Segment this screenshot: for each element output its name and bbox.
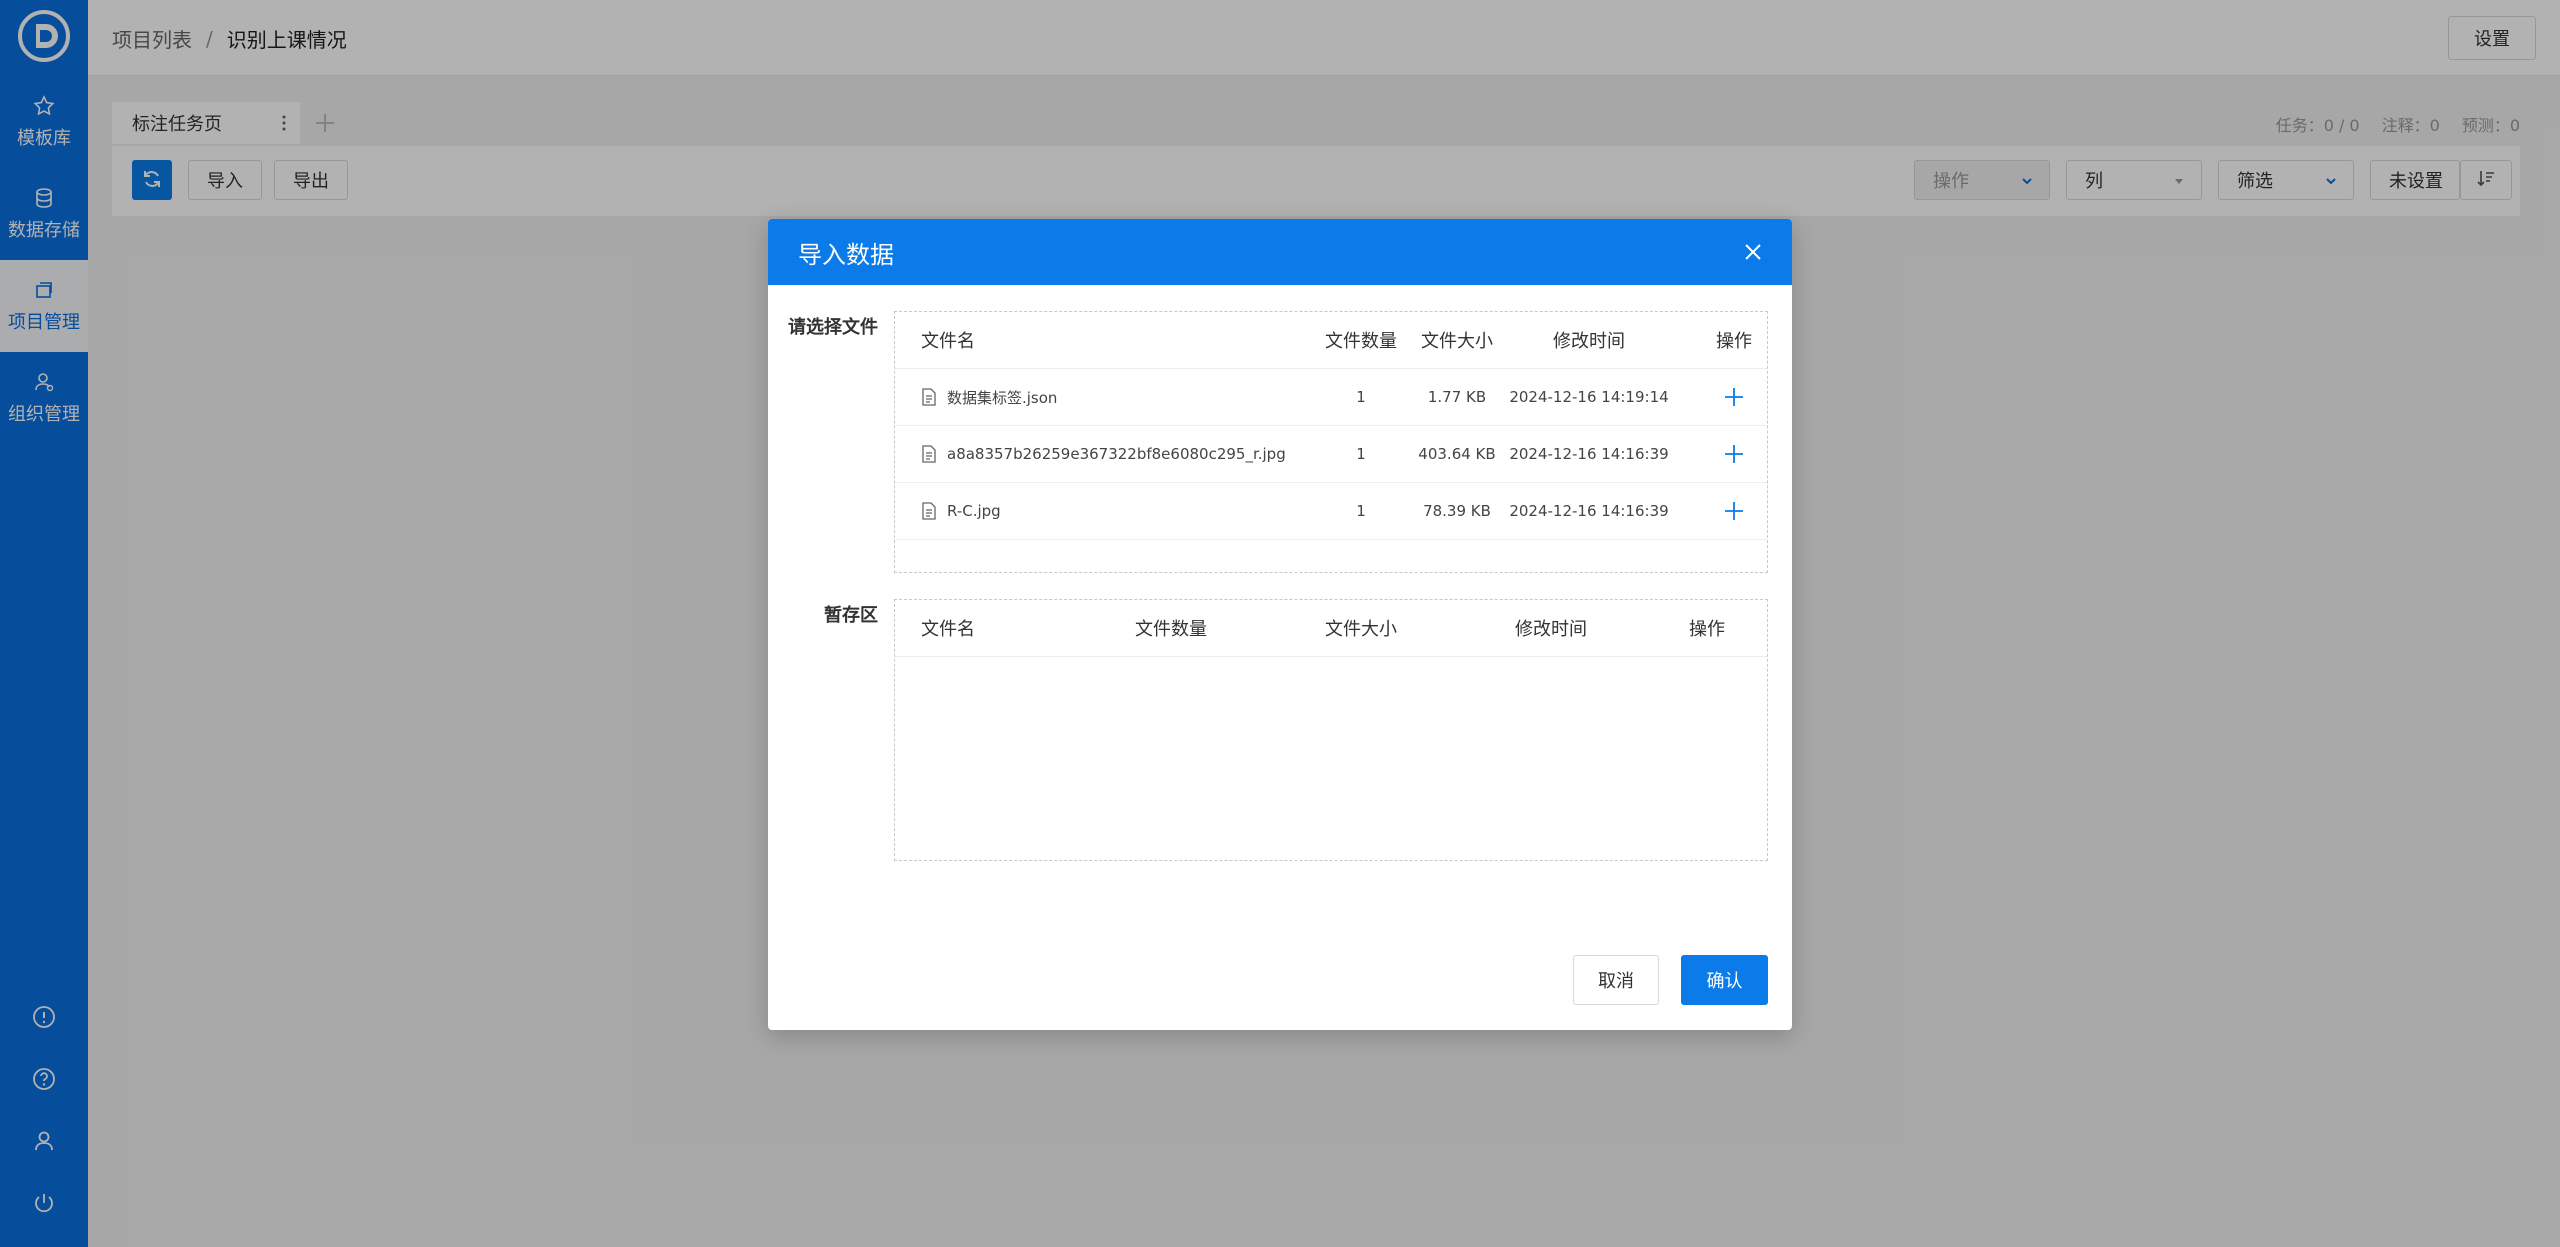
table-header-row: 文件名 文件数量 文件大小 修改时间 操作 — [895, 600, 1767, 657]
col-file-size: 文件大小 — [1325, 619, 1397, 640]
file-modified: 2024-12-16 14:19:14 — [1509, 388, 1669, 406]
table-row: 数据集标签.json 1 1.77 KB 2024-12-16 14:19:14 — [895, 369, 1767, 426]
col-action: 操作 — [1689, 619, 1725, 640]
file-count: 1 — [1356, 502, 1366, 520]
table-row: R-C.jpg 1 78.39 KB 2024-12-16 14:16:39 — [895, 483, 1767, 540]
add-file-button[interactable] — [1709, 483, 1759, 539]
file-name: 数据集标签.json — [947, 388, 1058, 407]
file-size: 403.64 KB — [1418, 445, 1496, 463]
select-files-label: 请选择文件 — [788, 317, 878, 338]
file-icon — [922, 502, 936, 520]
file-name-cell: a8a8357b26259e367322bf8e6080c295_r.jpg — [921, 426, 1286, 482]
file-name: R-C.jpg — [947, 502, 1001, 520]
confirm-button[interactable]: 确认 — [1681, 955, 1768, 1005]
plus-icon — [1725, 445, 1743, 463]
table-row: a8a8357b26259e367322bf8e6080c295_r.jpg 1… — [895, 426, 1767, 483]
file-size: 1.77 KB — [1427, 388, 1487, 406]
col-file-name: 文件名 — [921, 331, 975, 352]
file-modified: 2024-12-16 14:16:39 — [1509, 445, 1669, 463]
file-name-cell: 数据集标签.json — [921, 369, 1057, 425]
col-file-name: 文件名 — [921, 619, 975, 640]
dialog-title: 导入数据 — [798, 240, 894, 269]
col-action: 操作 — [1716, 331, 1752, 352]
file-icon — [922, 388, 936, 406]
staging-area-label: 暂存区 — [824, 605, 878, 626]
col-modified-time: 修改时间 — [1515, 619, 1587, 640]
plus-icon — [1725, 502, 1743, 520]
file-size: 78.39 KB — [1423, 502, 1491, 520]
file-modified: 2024-12-16 14:16:39 — [1509, 502, 1669, 520]
file-name-cell: R-C.jpg — [921, 483, 1001, 539]
col-file-count: 文件数量 — [1325, 331, 1397, 352]
cancel-button[interactable]: 取消 — [1573, 955, 1659, 1005]
add-file-button[interactable] — [1709, 426, 1759, 482]
col-modified-time: 修改时间 — [1553, 331, 1625, 352]
plus-icon — [1725, 388, 1743, 406]
file-icon — [922, 445, 936, 463]
file-count: 1 — [1356, 388, 1366, 406]
table-header-row: 文件名 文件数量 文件大小 修改时间 操作 — [895, 312, 1767, 369]
col-file-size: 文件大小 — [1421, 331, 1493, 352]
file-count: 1 — [1356, 445, 1366, 463]
import-data-dialog: 导入数据 请选择文件 文件名 文件数量 文件大小 修改时间 操作 数据集标签.j… — [768, 219, 1792, 1030]
close-icon[interactable] — [1742, 241, 1764, 263]
add-file-button[interactable] — [1709, 369, 1759, 425]
col-file-count: 文件数量 — [1135, 619, 1207, 640]
file-name: a8a8357b26259e367322bf8e6080c295_r.jpg — [947, 445, 1286, 463]
dialog-header: 导入数据 — [768, 219, 1792, 285]
available-files-table: 文件名 文件数量 文件大小 修改时间 操作 数据集标签.json 1 1.77 … — [894, 311, 1768, 573]
staging-area-table: 文件名 文件数量 文件大小 修改时间 操作 — [894, 599, 1768, 861]
